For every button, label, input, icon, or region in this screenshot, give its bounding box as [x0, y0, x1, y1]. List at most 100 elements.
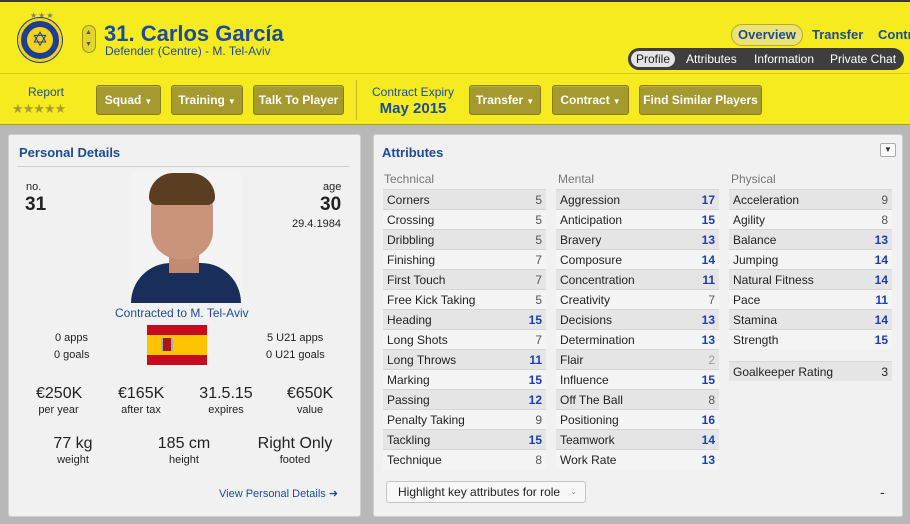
contract-button[interactable]: Contract ▼	[552, 85, 629, 115]
attribute-value: 14	[874, 313, 888, 327]
attribute-value: 15	[528, 373, 542, 387]
attribute-row: Marking 15	[383, 369, 546, 389]
apps-count: 0 apps	[55, 332, 89, 344]
attribute-name: Strength	[733, 333, 779, 347]
attribute-row: Concentration 11	[556, 269, 719, 289]
attribute-row: Aggression 17	[556, 189, 719, 209]
player-photo	[131, 171, 241, 303]
contracted-to-link[interactable]: Contracted to M. Tel-Aviv	[115, 306, 249, 320]
attribute-value: 15	[528, 433, 542, 447]
divider	[17, 166, 349, 167]
report-stars[interactable]: ★★★★★	[12, 101, 66, 117]
height-value: 185 cm	[157, 435, 211, 452]
attribute-value: 7	[535, 273, 542, 287]
tab-transfer[interactable]: Transfer	[812, 25, 863, 47]
attribute-row: Balance 13	[729, 229, 892, 249]
chevron-down-icon: ⌄	[570, 487, 577, 496]
goalkeeper-rating-value: 3	[881, 365, 888, 379]
attribute-name: Dribbling	[387, 233, 435, 247]
attribute-name: First Touch	[387, 273, 446, 287]
after-tax-label: after tax	[121, 404, 161, 416]
attribute-name: Flair	[560, 353, 584, 367]
attribute-row: Natural Fitness 14	[729, 269, 892, 289]
subtab-profile[interactable]: Profile	[631, 51, 676, 67]
attribute-row: Creativity 7	[556, 289, 719, 309]
attribute-row: Passing 12	[383, 389, 546, 409]
training-label: Training	[178, 93, 225, 107]
squad-button[interactable]: Squad ▼	[96, 85, 161, 115]
find-similar-players-button[interactable]: Find Similar Players	[639, 85, 762, 115]
chevron-up-icon[interactable]: ▲	[85, 29, 92, 36]
technical-header: Technical	[384, 172, 435, 186]
training-button[interactable]: Training ▼	[171, 85, 243, 115]
caret-down-icon: ▼	[144, 97, 153, 106]
attribute-row: Determination 13	[556, 329, 719, 349]
attribute-row: Decisions 13	[556, 309, 719, 329]
subtab-private-chat[interactable]: Private Chat	[830, 51, 896, 67]
attribute-value: 11	[875, 293, 888, 307]
attribute-row: Strength 15	[729, 329, 892, 349]
subtab-information[interactable]: Information	[754, 51, 814, 67]
report-label[interactable]: Report	[14, 85, 78, 99]
attribute-row: Positioning 16	[556, 409, 719, 429]
attribute-row: Agility 8	[729, 209, 892, 229]
attribute-name: Heading	[387, 313, 432, 327]
player-scroll-stepper[interactable]: ▲ ▼	[82, 25, 96, 53]
wage-label: per year	[38, 404, 79, 416]
attribute-row: Pace 11	[729, 289, 892, 309]
attribute-row: Long Throws 11	[383, 349, 546, 369]
attribute-name: Technique	[387, 453, 442, 467]
attribute-row: Finishing 7	[383, 249, 546, 269]
attribute-row: Composure 14	[556, 249, 719, 269]
attribute-name: Concentration	[560, 273, 635, 287]
attribute-row: Long Shots 7	[383, 329, 546, 349]
toolbar-divider	[356, 80, 357, 120]
attribute-name: Aggression	[560, 193, 621, 207]
chevron-down-icon[interactable]: ▼	[85, 41, 92, 48]
attribute-row: Crossing 5	[383, 209, 546, 229]
age-value: 30	[320, 194, 342, 215]
attribute-value: 14	[874, 273, 888, 287]
attribute-value: 15	[874, 333, 888, 347]
attribute-value: 5	[535, 193, 542, 207]
panel-options-dropdown-icon[interactable]: ▼	[880, 143, 896, 157]
caret-down-icon: ▼	[612, 97, 621, 106]
attribute-name: Teamwork	[560, 433, 615, 447]
collapse-icon[interactable]: -	[880, 484, 885, 500]
attribute-value: 7	[708, 293, 715, 307]
attribute-value: 13	[701, 313, 715, 327]
talk-to-player-button[interactable]: Talk To Player	[253, 85, 344, 115]
attribute-value: 15	[528, 313, 542, 327]
attribute-value: 9	[535, 413, 542, 427]
tab-contract[interactable]: Contr	[878, 25, 910, 47]
contract-expiry-value: May 2015	[379, 100, 447, 117]
attribute-value: 7	[535, 333, 542, 347]
attribute-value: 15	[701, 373, 715, 387]
tab-overview[interactable]: Overview	[731, 24, 803, 46]
attribute-name: Decisions	[560, 313, 613, 327]
foot-value: Right Only	[257, 435, 333, 452]
attribute-row: Stamina 14	[729, 309, 892, 329]
view-personal-details-link[interactable]: View Personal Details ➜	[219, 487, 338, 500]
attribute-name: Tackling	[387, 433, 431, 447]
attribute-name: Creativity	[560, 293, 611, 307]
subtab-attributes[interactable]: Attributes	[686, 51, 737, 67]
weight-label: weight	[57, 454, 89, 466]
attribute-value: 12	[528, 393, 542, 407]
attribute-value: 5	[535, 233, 542, 247]
highlight-role-select[interactable]: Highlight key attributes for role ⌄	[386, 481, 586, 503]
contract-expiry: Contract Expiry May 2015	[372, 85, 454, 117]
expires-value: 31.5.15	[199, 385, 253, 402]
attribute-value: 13	[874, 233, 888, 247]
attribute-name: Determination	[560, 333, 635, 347]
caret-down-icon: ▼	[227, 97, 236, 106]
attribute-row: Acceleration 9	[729, 189, 892, 209]
attribute-row: Work Rate 13	[556, 449, 719, 469]
attribute-name: Off The Ball	[560, 393, 623, 407]
transfer-button[interactable]: Transfer ▼	[469, 85, 541, 115]
club-crest-icon[interactable]: ✡	[18, 18, 62, 62]
attribute-row: Penalty Taking 9	[383, 409, 546, 429]
player-role: Defender (Centre) - M. Tel-Aviv	[105, 44, 271, 58]
goals-count: 0 goals	[54, 349, 90, 361]
attribute-row: First Touch 7	[383, 269, 546, 289]
